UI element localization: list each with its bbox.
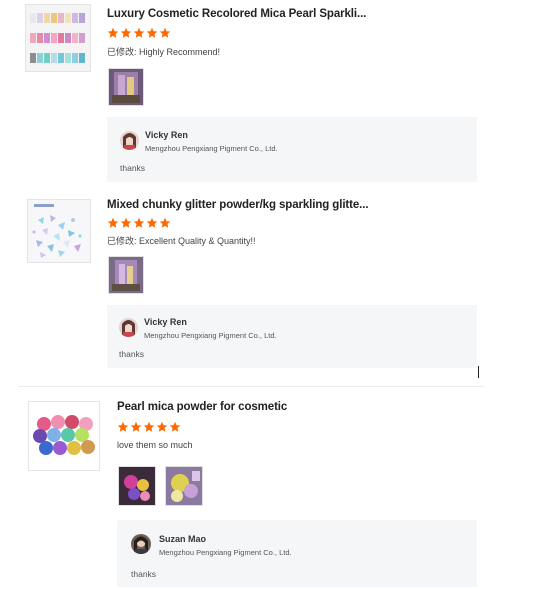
star-icon xyxy=(107,27,119,38)
product-title-link[interactable]: Luxury Cosmetic Recolored Mica Pearl Spa… xyxy=(107,8,366,20)
star-rating xyxy=(107,27,171,39)
reply-company-name: Mengzhou Pengxiang Pigment Co., Ltd. xyxy=(144,331,277,340)
product-thumbnail[interactable] xyxy=(27,199,91,263)
star-icon xyxy=(169,421,181,432)
star-rating xyxy=(117,421,181,433)
star-icon xyxy=(107,217,119,228)
review-photo[interactable] xyxy=(108,68,144,106)
reply-text: thanks xyxy=(131,569,157,579)
star-icon xyxy=(143,421,155,432)
star-icon xyxy=(146,27,158,38)
product-thumbnail[interactable] xyxy=(28,401,100,471)
reply-text: thanks xyxy=(120,163,146,173)
star-icon xyxy=(130,421,142,432)
star-icon xyxy=(120,27,132,38)
seller-reply: Vicky Ren Mengzhou Pengxiang Pigment Co.… xyxy=(107,305,477,368)
product-title-link[interactable]: Mixed chunky glitter powder/kg sparkling… xyxy=(107,199,369,211)
review-item: Mixed chunky glitter powder/kg sparkling… xyxy=(0,190,553,380)
review-photo[interactable] xyxy=(165,466,203,506)
product-thumbnail[interactable] xyxy=(25,4,91,72)
avatar xyxy=(119,318,138,337)
star-icon xyxy=(146,217,158,228)
reply-author-name: Vicky Ren xyxy=(144,317,187,327)
review-item: Pearl mica powder for cosmetic love them… xyxy=(0,390,553,589)
review-comment: love them so much xyxy=(117,440,193,450)
star-icon xyxy=(159,217,171,228)
review-item: Luxury Cosmetic Recolored Mica Pearl Spa… xyxy=(0,0,553,190)
star-rating xyxy=(107,217,171,229)
star-icon xyxy=(156,421,168,432)
reply-author-name: Vicky Ren xyxy=(145,130,188,140)
seller-reply: Vicky Ren Mengzhou Pengxiang Pigment Co.… xyxy=(107,117,477,182)
review-photo[interactable] xyxy=(118,466,156,506)
avatar xyxy=(120,131,139,150)
star-icon xyxy=(117,421,129,432)
avatar xyxy=(131,534,151,554)
review-comment: 已修改: Highly Recommend! xyxy=(107,47,221,57)
seller-reply: Suzan Mao Mengzhou Pengxiang Pigment Co.… xyxy=(117,520,477,587)
review-comment: 已修改: Excellent Quality & Quantity!! xyxy=(107,236,256,246)
product-title-link[interactable]: Pearl mica powder for cosmetic xyxy=(117,401,287,413)
reply-author-name: Suzan Mao xyxy=(159,534,207,544)
reply-company-name: Mengzhou Pengxiang Pigment Co., Ltd. xyxy=(159,548,292,557)
star-icon xyxy=(159,27,171,38)
reply-text: thanks xyxy=(119,349,145,359)
star-icon xyxy=(133,27,145,38)
text-cursor xyxy=(478,366,479,378)
section-divider xyxy=(18,386,484,387)
star-icon xyxy=(120,217,132,228)
star-icon xyxy=(133,217,145,228)
review-photo[interactable] xyxy=(108,256,144,294)
reply-company-name: Mengzhou Pengxiang Pigment Co., Ltd. xyxy=(145,144,278,153)
